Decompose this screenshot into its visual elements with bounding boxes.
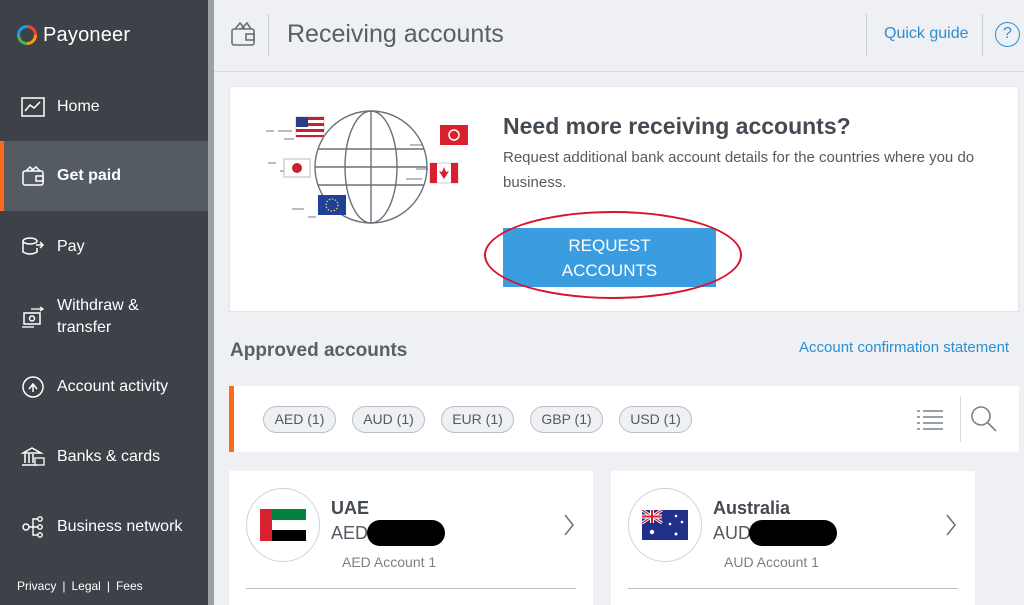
uae-flag-icon xyxy=(246,488,320,562)
header-divider xyxy=(866,14,867,56)
legal-link[interactable]: Legal xyxy=(71,579,100,593)
card-divider xyxy=(628,588,958,589)
account-card-uae[interactable]: UAE AED AED Account 1 xyxy=(229,471,593,605)
fees-link[interactable]: Fees xyxy=(116,579,143,593)
canada-flag-icon xyxy=(429,162,459,184)
redacted-account-number xyxy=(367,520,445,546)
bank-icon xyxy=(20,446,45,468)
account-confirmation-link[interactable]: Account confirmation statement xyxy=(799,339,1009,356)
sidebar-item-get-paid[interactable]: Get paid xyxy=(0,141,208,211)
request-accounts-card: Need more receiving accounts? Request ad… xyxy=(229,86,1019,312)
footer-separator: | xyxy=(62,579,66,593)
quick-guide-link[interactable]: Quick guide xyxy=(884,25,969,43)
button-label-line1: REQUEST xyxy=(568,236,651,255)
sidebar-item-label: Account activity xyxy=(57,378,169,395)
logo-ring-icon xyxy=(17,25,37,45)
footer-links: Privacy | Legal | Fees xyxy=(17,579,143,593)
account-country: UAE xyxy=(331,498,370,518)
sidebar-item-label: Withdraw & transfer xyxy=(57,295,139,339)
eu-flag-icon xyxy=(318,195,346,215)
wallet-icon xyxy=(20,165,45,187)
chevron-right-icon xyxy=(945,513,957,537)
hong-kong-flag-icon xyxy=(440,125,468,145)
sidebar-item-label-line2: transfer xyxy=(57,319,112,336)
search-icon[interactable] xyxy=(969,404,999,434)
sidebar-item-label: Pay xyxy=(57,238,85,255)
filter-chip-usd[interactable]: USD (1) xyxy=(619,406,692,433)
header-divider xyxy=(982,14,983,56)
filter-divider xyxy=(960,396,961,442)
account-country: Australia xyxy=(713,498,791,518)
sidebar-item-label: Business network xyxy=(57,518,183,535)
sidebar-item-label-line1: Withdraw & xyxy=(57,297,139,314)
withdraw-icon xyxy=(20,306,45,328)
currency-filter-bar: AED (1) AUD (1) EUR (1) GBP (1) USD (1) xyxy=(229,386,1019,452)
redacted-account-number xyxy=(749,520,837,546)
sidebar-item-banks-cards[interactable]: Banks & cards xyxy=(0,438,208,476)
japan-flag-icon xyxy=(283,158,311,178)
sidebar-item-label: Home xyxy=(57,98,100,115)
page-header: Receiving accounts Quick guide ? xyxy=(214,0,1024,72)
us-flag-icon xyxy=(295,116,325,138)
page-title: Receiving accounts xyxy=(287,20,504,48)
sidebar-scrollbar[interactable] xyxy=(208,0,214,605)
payoneer-logo[interactable]: Payoneer xyxy=(0,0,208,70)
list-view-icon[interactable] xyxy=(916,408,944,432)
chevron-right-icon xyxy=(563,513,575,537)
globe-flags-illustration xyxy=(266,109,476,229)
filter-chip-eur[interactable]: EUR (1) xyxy=(441,406,514,433)
sidebar-item-label: Banks & cards xyxy=(57,448,161,465)
request-accounts-button[interactable]: REQUEST ACCOUNTS xyxy=(503,228,716,287)
filter-chip-gbp[interactable]: GBP (1) xyxy=(530,406,603,433)
filter-chip-aud[interactable]: AUD (1) xyxy=(352,406,425,433)
account-subtitle: AED Account 1 xyxy=(342,554,437,570)
network-icon xyxy=(20,516,45,538)
chart-icon xyxy=(20,96,45,118)
sidebar-item-business-network[interactable]: Business network xyxy=(0,508,208,546)
australia-flag-icon xyxy=(628,488,702,562)
help-icon[interactable]: ? xyxy=(995,22,1020,47)
wallet-icon xyxy=(230,20,256,48)
pay-icon xyxy=(20,236,45,258)
button-label-line2: ACCOUNTS xyxy=(561,261,658,280)
account-currency: AUD xyxy=(713,523,752,543)
sidebar-item-home[interactable]: Home xyxy=(0,88,208,126)
privacy-link[interactable]: Privacy xyxy=(17,579,56,593)
activity-icon xyxy=(20,376,45,398)
filter-chip-aed[interactable]: AED (1) xyxy=(263,406,336,433)
account-card-australia[interactable]: Australia AUD AUD Account 1 xyxy=(611,471,975,605)
account-subtitle: AUD Account 1 xyxy=(724,554,819,570)
footer-separator: | xyxy=(106,579,110,593)
sidebar-item-pay[interactable]: Pay xyxy=(0,228,208,266)
approved-accounts-title: Approved accounts xyxy=(230,340,408,361)
header-divider xyxy=(268,14,269,56)
card-divider xyxy=(246,588,576,589)
logo-text: Payoneer xyxy=(43,23,131,46)
sidebar-item-withdraw-transfer[interactable]: Withdraw & transfer xyxy=(0,294,208,340)
promo-description: Request additional bank account details … xyxy=(503,149,975,191)
sidebar-item-label: Get paid xyxy=(57,167,122,184)
sidebar-item-account-activity[interactable]: Account activity xyxy=(0,368,208,406)
sidebar: Payoneer Home Get paid Pay Withdraw & tr… xyxy=(0,0,208,605)
promo-title: Need more receiving accounts? xyxy=(503,113,851,139)
account-currency: AED xyxy=(331,523,369,543)
